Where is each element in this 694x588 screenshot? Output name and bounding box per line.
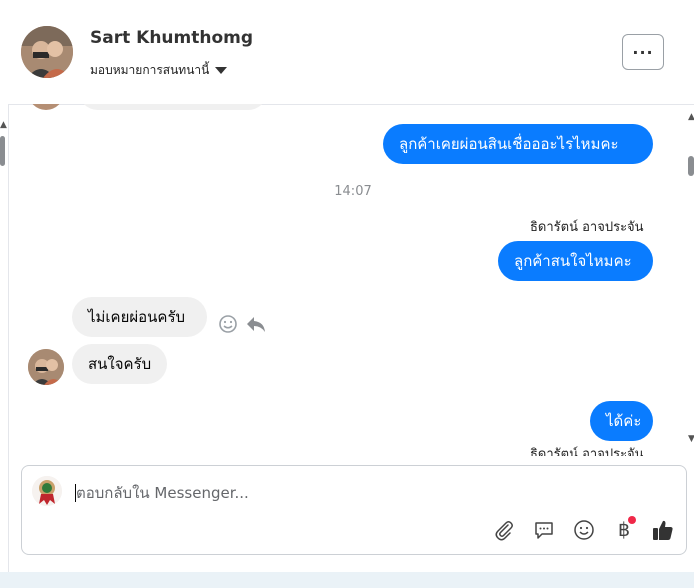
message-bubble-hidden	[78, 104, 268, 110]
conversation-header: Sart Khumthomg มอบหมายการสนทนานี้ ...	[8, 0, 694, 105]
contact-avatar-small[interactable]	[28, 349, 64, 385]
contact-avatar[interactable]	[21, 26, 73, 78]
message-thread[interactable]: ลูกค้าเคยผ่อนสินเชื่อออะไรไหมคะ 14:07 ธิ…	[8, 104, 688, 456]
contact-name: Sart Khumthomg	[90, 28, 254, 48]
left-scrollbar-thumb[interactable]	[0, 136, 5, 166]
thumbs-up-icon[interactable]	[649, 516, 677, 544]
outgoing-message[interactable]: ได้ค่ะ	[590, 401, 653, 441]
assign-conversation-dropdown[interactable]: มอบหมายการสนทนานี้	[90, 61, 228, 80]
ellipsis-icon: ...	[632, 39, 654, 58]
notification-dot	[628, 516, 636, 524]
reply-input[interactable]	[76, 482, 636, 504]
scrollbar-thumb[interactable]	[688, 156, 694, 176]
timestamp: 14:07	[334, 184, 372, 199]
outgoing-message[interactable]: ลูกค้าสนใจไหมคะ	[498, 241, 653, 281]
sender-name: ธิดารัตน์ อาจประจัน	[530, 220, 644, 235]
scroll-up-icon[interactable]: ▲	[688, 112, 694, 122]
page-avatar	[32, 476, 62, 506]
paperclip-icon[interactable]	[490, 516, 518, 544]
outgoing-message[interactable]: ลูกค้าเคยผ่อนสินเชื่อออะไรไหมคะ	[383, 124, 653, 164]
incoming-message[interactable]: ไม่เคยผ่อนครับ	[72, 297, 207, 337]
scroll-up-left-icon[interactable]: ▲	[0, 120, 7, 130]
react-smiley-icon[interactable]	[218, 314, 238, 339]
contact-avatar-small	[28, 104, 64, 110]
speech-bubble-icon[interactable]	[530, 516, 558, 544]
more-options-button[interactable]: ...	[622, 34, 664, 70]
bottom-strip	[0, 572, 694, 588]
assign-conversation-label: มอบหมายการสนทนานี้	[90, 63, 210, 77]
incoming-message[interactable]: สนใจครับ	[72, 344, 167, 384]
scroll-down-icon[interactable]: ▼	[688, 434, 694, 444]
caret-down-icon	[215, 67, 228, 74]
reply-icon[interactable]	[245, 314, 267, 339]
reply-composer: ฿	[21, 465, 687, 555]
smiley-icon[interactable]	[570, 516, 598, 544]
sender-name: ธิดารัตน์ อาจประจัน	[530, 447, 644, 456]
